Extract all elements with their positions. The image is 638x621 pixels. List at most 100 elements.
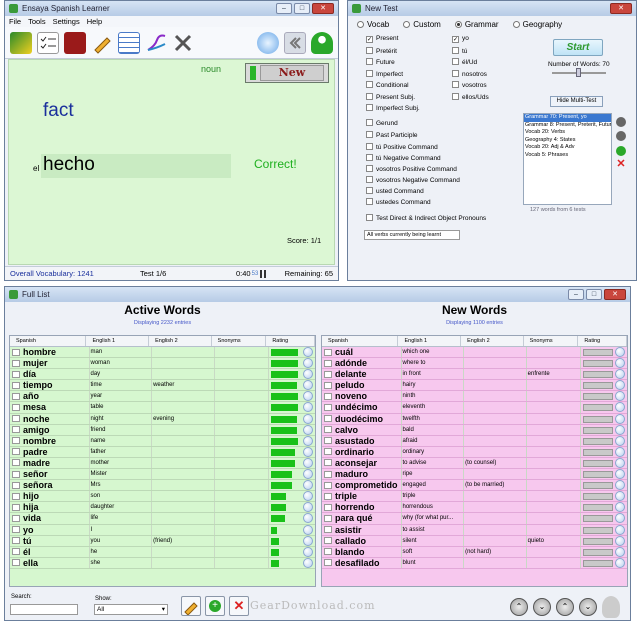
- multi-test-list[interactable]: Grammar 70: Present, yo Grammar 8: Presen…: [523, 113, 612, 205]
- menu-help[interactable]: Help: [87, 17, 102, 26]
- table-row[interactable]: amigo friend: [10, 424, 315, 436]
- table-row[interactable]: delante in front enfrente: [322, 369, 627, 381]
- table-row[interactable]: ella she: [10, 557, 315, 569]
- table-row[interactable]: señor Mister: [10, 469, 315, 481]
- row-checkbox[interactable]: [12, 426, 20, 434]
- table-row[interactable]: hija daughter: [10, 502, 315, 514]
- row-checkbox[interactable]: [324, 359, 332, 367]
- row-checkbox[interactable]: [12, 448, 20, 456]
- row-checkbox[interactable]: [324, 370, 332, 378]
- sound-icon[interactable]: [303, 535, 314, 546]
- sound-icon[interactable]: [303, 402, 314, 413]
- column-header[interactable]: Spanish: [10, 336, 87, 346]
- tools-icon[interactable]: [172, 32, 194, 54]
- multi-test-item[interactable]: Grammar 70: Present, yo: [524, 114, 611, 122]
- menu-file[interactable]: File: [9, 17, 21, 26]
- mushroom-icon[interactable]: [311, 31, 333, 54]
- sound-icon[interactable]: [303, 391, 314, 402]
- sound-icon[interactable]: [303, 513, 314, 524]
- move-up-double-icon[interactable]: ⌃: [510, 598, 528, 616]
- sound-icon[interactable]: [303, 446, 314, 457]
- table-row[interactable]: triple triple: [322, 491, 627, 503]
- close-button[interactable]: ✕: [312, 3, 334, 14]
- row-checkbox[interactable]: [12, 514, 20, 522]
- row-checkbox[interactable]: [324, 503, 332, 511]
- tense-checkbox[interactable]: Future: [366, 58, 395, 66]
- table-row[interactable]: año year: [10, 391, 315, 403]
- column-header[interactable]: English 1: [398, 336, 462, 346]
- row-checkbox[interactable]: [324, 348, 332, 356]
- table-row[interactable]: undécimo eleventh: [322, 402, 627, 414]
- sound-icon[interactable]: [615, 391, 626, 402]
- column-header[interactable]: English 1: [86, 336, 150, 346]
- move-down-icon[interactable]: ⌄: [533, 598, 551, 616]
- sound-icon[interactable]: [615, 347, 626, 357]
- column-header[interactable]: Spanish: [322, 336, 399, 346]
- multi-test-item[interactable]: Grammar 8: Present, Preterit, Future: [524, 122, 611, 130]
- close-button[interactable]: ✕: [604, 289, 626, 300]
- head-silhouette-icon[interactable]: [602, 596, 620, 618]
- tense-checkbox[interactable]: Imperfect Subj.: [366, 104, 420, 112]
- sound-icon[interactable]: [303, 380, 314, 391]
- person-checkbox[interactable]: vosotros: [452, 81, 487, 89]
- tab-vocab[interactable]: Vocab: [357, 20, 389, 29]
- column-header[interactable]: Rating: [578, 336, 627, 346]
- new-test-titlebar[interactable]: New Test ✕: [348, 1, 636, 16]
- sound-icon[interactable]: [303, 502, 314, 513]
- new-test-icon[interactable]: [10, 31, 32, 54]
- verb-filter-select[interactable]: All verbs currently being learnt: [364, 230, 460, 240]
- answer-field[interactable]: hecho: [41, 154, 231, 178]
- row-checkbox[interactable]: [324, 403, 332, 411]
- move-down-double-icon[interactable]: ⌄: [579, 598, 597, 616]
- table-row[interactable]: día day: [10, 369, 315, 381]
- checklist-icon[interactable]: [37, 31, 59, 54]
- sound-icon[interactable]: [615, 380, 626, 391]
- speech-bubble-icon[interactable]: [257, 31, 279, 54]
- table-row[interactable]: madre mother: [10, 457, 315, 470]
- row-checkbox[interactable]: [12, 437, 20, 445]
- row-checkbox[interactable]: [324, 448, 332, 456]
- table-row[interactable]: yo I: [10, 524, 315, 536]
- delete-button[interactable]: ✕: [229, 596, 249, 616]
- sound-icon[interactable]: [303, 546, 314, 557]
- tab-custom[interactable]: Custom: [403, 20, 441, 29]
- person-checkbox[interactable]: ✓ yo: [452, 35, 469, 43]
- sound-icon[interactable]: [615, 413, 626, 424]
- table-row[interactable]: para qué why (for what pur...: [322, 513, 627, 525]
- table-row[interactable]: comprometido engaged (to be married): [322, 480, 627, 492]
- row-checkbox[interactable]: [324, 415, 332, 423]
- row-checkbox[interactable]: [12, 548, 20, 556]
- person-checkbox[interactable]: tú: [452, 46, 467, 55]
- tab-grammar[interactable]: Grammar: [454, 20, 499, 29]
- row-checkbox[interactable]: [12, 348, 20, 356]
- row-checkbox[interactable]: [12, 381, 20, 389]
- sound-icon[interactable]: [303, 480, 314, 491]
- form-checkbox[interactable]: Gerund: [366, 119, 398, 127]
- show-select[interactable]: All ▾: [94, 604, 168, 615]
- row-checkbox[interactable]: [324, 548, 332, 556]
- table-row[interactable]: asistir to assist: [322, 524, 627, 536]
- sound-icon[interactable]: [615, 491, 626, 502]
- table-icon[interactable]: [118, 31, 140, 54]
- close-button[interactable]: ✕: [610, 3, 632, 14]
- row-checkbox[interactable]: [324, 492, 332, 500]
- person-checkbox[interactable]: nosotros: [452, 69, 487, 78]
- sound-icon[interactable]: [303, 557, 314, 568]
- row-checkbox[interactable]: [324, 481, 332, 489]
- row-checkbox[interactable]: [12, 503, 20, 511]
- table-row[interactable]: nombre name: [10, 435, 315, 447]
- column-header[interactable]: Snonyms: [524, 336, 579, 346]
- table-row[interactable]: mesa table: [10, 402, 315, 414]
- sound-icon[interactable]: [615, 369, 626, 380]
- sound-icon[interactable]: [615, 446, 626, 457]
- table-row[interactable]: señora Mrs: [10, 480, 315, 492]
- row-checkbox[interactable]: [324, 537, 332, 545]
- table-row[interactable]: calvo bald: [322, 424, 627, 436]
- table-row[interactable]: vida life: [10, 513, 315, 525]
- table-row[interactable]: desafilado blunt: [322, 557, 627, 569]
- multi-test-item[interactable]: Vocab 20: Verbs: [524, 129, 611, 137]
- multi-test-item[interactable]: Vocab 5: Phrases: [524, 152, 611, 160]
- sound-icon[interactable]: [615, 524, 626, 535]
- sound-icon[interactable]: [303, 347, 314, 357]
- start-button[interactable]: Start: [553, 39, 603, 56]
